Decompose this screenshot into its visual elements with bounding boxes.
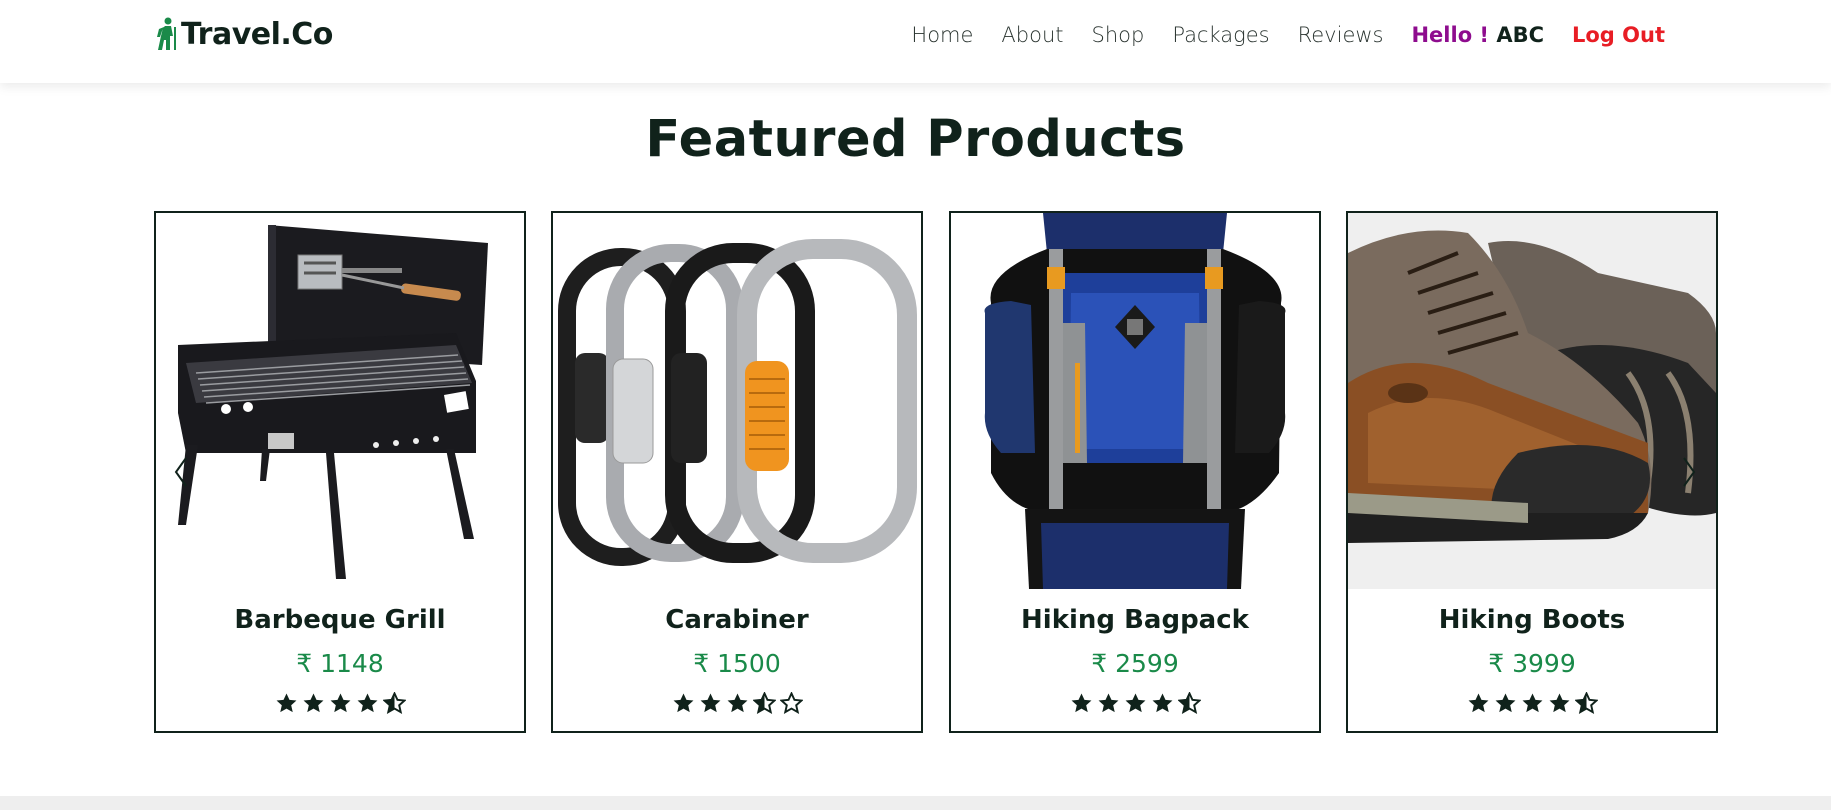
nav-reviews[interactable]: Reviews [1298, 23, 1384, 47]
star-full-icon [1549, 693, 1569, 713]
product-card[interactable]: Carabiner ₹ 1500 [551, 211, 923, 733]
hiker-icon [157, 17, 176, 50]
carabiner-image [553, 213, 921, 589]
rating-stars [1348, 692, 1716, 715]
star-full-icon [303, 693, 323, 713]
brand-name: Travel.Co [181, 16, 333, 52]
star-full-icon [700, 693, 720, 713]
star-full-icon [330, 693, 350, 713]
star-empty-icon [779, 692, 803, 715]
star-full-icon [727, 693, 747, 713]
product-carousel: Barbeque Grill ₹ 1148 Carabiner ₹ 1500 H… [154, 211, 1718, 733]
nav-home[interactable]: Home [911, 23, 973, 47]
hiking-boots-image [1348, 213, 1716, 589]
product-name: Carabiner [665, 605, 809, 635]
star-half-icon [1177, 692, 1201, 715]
product-card[interactable]: Hiking Bagpack ₹ 2599 [949, 211, 1321, 733]
product-price: ₹ 1148 [296, 649, 384, 678]
site-header: Travel.Co Home About Shop Packages Revie… [0, 0, 1831, 83]
rating-stars [951, 692, 1319, 715]
star-half-icon [1574, 692, 1598, 715]
section-title: Featured Products [645, 110, 1186, 169]
user-greeting: Hello ! ABC [1411, 23, 1544, 47]
star-full-icon [1495, 693, 1515, 713]
star-half-icon [382, 692, 406, 715]
main-nav: Home About Shop Packages Reviews Hello !… [883, 20, 1665, 50]
product-name: Barbeque Grill [234, 605, 446, 635]
carousel-prev-button[interactable] [168, 452, 194, 492]
rating-stars [553, 692, 921, 715]
star-full-icon [1152, 693, 1172, 713]
product-card[interactable]: Hiking Boots ₹ 3999 [1346, 211, 1718, 733]
product-price: ₹ 2599 [1091, 649, 1179, 678]
star-full-icon [1522, 693, 1542, 713]
greeting-user: ABC [1496, 23, 1544, 47]
product-card[interactable]: Barbeque Grill ₹ 1148 [154, 211, 526, 733]
barbeque-grill-image [156, 213, 524, 589]
star-full-icon [1071, 693, 1091, 713]
star-full-icon [1468, 693, 1488, 713]
product-name: Hiking Boots [1438, 605, 1626, 635]
star-full-icon [1125, 693, 1145, 713]
star-full-icon [276, 693, 296, 713]
hiking-bagpack-image [951, 213, 1319, 589]
chevron-left-icon [174, 457, 187, 487]
nav-packages[interactable]: Packages [1172, 23, 1269, 47]
star-full-icon [1098, 693, 1118, 713]
nav-about[interactable]: About [1001, 23, 1063, 47]
nav-shop[interactable]: Shop [1092, 23, 1145, 47]
greeting-prefix: Hello ! [1411, 23, 1490, 47]
brand-logo[interactable]: Travel.Co [153, 14, 333, 54]
product-name: Hiking Bagpack [1021, 605, 1249, 635]
carousel-next-button[interactable] [1676, 452, 1702, 492]
product-price: ₹ 3999 [1488, 649, 1576, 678]
star-half-icon [752, 692, 776, 715]
chevron-right-icon [1683, 457, 1696, 487]
star-full-icon [673, 693, 693, 713]
footer-band [0, 796, 1831, 810]
rating-stars [156, 692, 524, 715]
product-price: ₹ 1500 [693, 649, 781, 678]
star-full-icon [357, 693, 377, 713]
logout-link[interactable]: Log Out [1572, 23, 1665, 47]
